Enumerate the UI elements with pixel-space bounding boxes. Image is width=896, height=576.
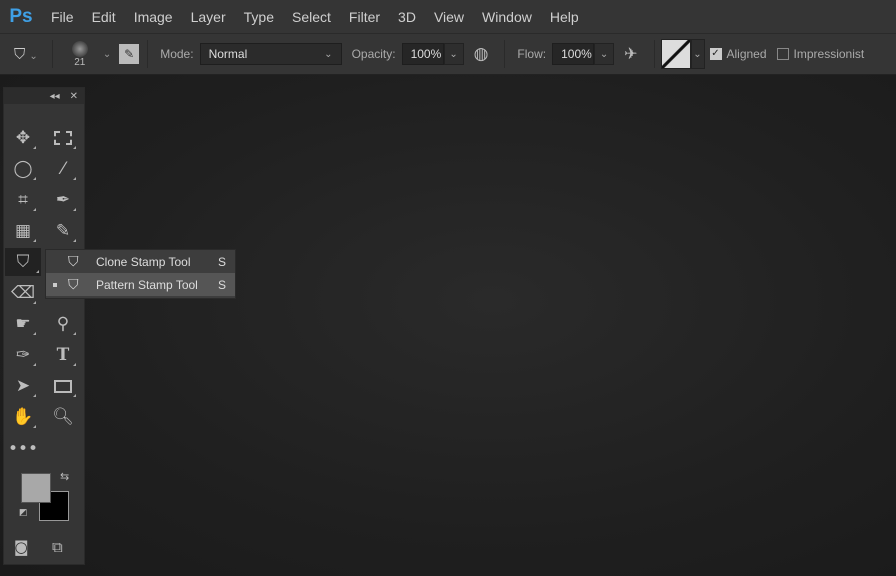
pattern-stamp-tool-icon[interactable]: ⛉	[5, 248, 41, 276]
mode-select[interactable]: Normal ⌄	[199, 43, 342, 65]
impressionist-label: Impressionist	[793, 47, 865, 61]
opacity-dropdown[interactable]: ⌄	[443, 43, 464, 65]
eyedropper-tool-icon[interactable]: ✒	[48, 186, 78, 214]
crop-tool-icon[interactable]: ⌗	[8, 186, 38, 214]
pen-tool-icon[interactable]: ✑	[8, 341, 38, 369]
menu-window[interactable]: Window	[473, 9, 541, 25]
flow-label: Flow:	[517, 47, 547, 61]
photoshop-logo: Ps	[9, 5, 33, 27]
flyout-item-clone-stamp[interactable]: ⛉ Clone Stamp Tool S	[46, 250, 235, 273]
lasso-tool-icon[interactable]: ◯	[8, 155, 38, 183]
selected-bullet-icon	[53, 282, 57, 287]
mode-label: Mode:	[160, 47, 194, 61]
close-panel-button[interactable]: ✕	[70, 91, 78, 102]
menu-select[interactable]: Select	[283, 9, 340, 25]
stamp-tool-flyout: ⛉ Clone Stamp Tool S ⛉ Pattern Stamp Tool S	[45, 249, 236, 299]
flyout-item-shortcut: S	[218, 277, 227, 292]
eraser-tool-icon[interactable]: ⌫	[8, 279, 38, 307]
menu-3d[interactable]: 3D	[389, 9, 425, 25]
move-tool-icon[interactable]: ✥	[8, 124, 38, 152]
collapse-panel-button[interactable]: ◂◂	[50, 91, 60, 102]
flow-dropdown[interactable]: ⌄	[594, 43, 615, 65]
quick-mask-icon[interactable]: ◙	[14, 538, 29, 556]
rectangle-tool-icon[interactable]	[48, 372, 78, 400]
menu-edit[interactable]: Edit	[83, 9, 125, 25]
flow-input[interactable]: 100%	[552, 43, 595, 65]
pattern-stamp-icon: ⛉	[68, 276, 79, 292]
flyout-item-shortcut: S	[218, 254, 227, 269]
opacity-label: Opacity:	[351, 47, 396, 61]
menu-image[interactable]: Image	[125, 9, 182, 25]
pattern-picker[interactable]	[660, 39, 691, 69]
brush-preset-picker[interactable]: 21	[65, 40, 95, 68]
flyout-item-label: Clone Stamp Tool	[96, 254, 191, 269]
flyout-item-pattern-stamp[interactable]: ⛉ Pattern Stamp Tool S	[46, 273, 235, 296]
aligned-checkbox[interactable]: ✓	[709, 48, 722, 60]
tools-panel: ◂◂ ✕ ✥ ◯ ⁄ ⌗ ✒ ▦ ✎ ⛉ ⌫ ☛ ⚲ ✑ T ➤ ✋ 🔍︎ •••…	[3, 87, 85, 565]
opacity-input[interactable]: 100%	[401, 43, 444, 65]
airbrush-icon[interactable]: ✈	[624, 44, 637, 64]
default-colors-icon[interactable]: ◩	[19, 508, 28, 518]
marquee-tool-icon[interactable]	[48, 124, 78, 152]
brush-tool-icon[interactable]: ✎	[48, 217, 78, 245]
menu-help[interactable]: Help	[541, 9, 588, 25]
more-tools-icon[interactable]: •••	[8, 435, 38, 463]
menu-file[interactable]: File	[42, 9, 83, 25]
impressionist-checkbox[interactable]	[776, 48, 789, 60]
options-bar: ⛉ ⌄ 21 ⌄ ✎ Mode: Normal ⌄ Opacity: 100% ⌄…	[0, 33, 896, 75]
dodge-tool-icon[interactable]: ⚲	[48, 310, 78, 338]
menu-bar: Ps File Edit Image Layer Type Select Fil…	[0, 0, 896, 33]
hand-tool-icon[interactable]: ✋	[8, 403, 38, 431]
menu-view[interactable]: View	[425, 9, 473, 25]
chevron-down-icon[interactable]: ⌄	[103, 49, 111, 60]
menu-layer[interactable]: Layer	[182, 9, 235, 25]
aligned-label: Aligned	[726, 47, 767, 61]
tool-preset-picker[interactable]: ⛉ ⌄	[14, 46, 38, 63]
clone-stamp-icon: ⛉	[68, 253, 79, 269]
path-selection-tool-icon[interactable]: ➤	[8, 372, 38, 400]
brush-size: 21	[74, 56, 86, 68]
brush-panel-toggle-icon[interactable]: ✎	[119, 44, 140, 64]
menu-filter[interactable]: Filter	[340, 9, 389, 25]
canvas-area[interactable]	[0, 75, 896, 576]
flyout-item-label: Pattern Stamp Tool	[96, 277, 198, 292]
menu-type[interactable]: Type	[235, 9, 283, 25]
zoom-tool-icon[interactable]: 🔍︎	[48, 403, 78, 431]
smudge-tool-icon[interactable]: ☛	[8, 310, 38, 338]
type-tool-icon[interactable]: T	[48, 341, 78, 369]
screen-mode-icon[interactable]: ⧉	[52, 538, 63, 556]
foreground-color-swatch[interactable]	[21, 473, 51, 503]
mode-value: Normal	[208, 47, 248, 61]
pressure-opacity-icon[interactable]: ◍	[474, 44, 489, 64]
healing-brush-tool-icon[interactable]: ▦	[8, 217, 38, 245]
pattern-dropdown[interactable]: ⌄	[690, 39, 705, 69]
magic-wand-tool-icon[interactable]: ⁄	[48, 155, 78, 183]
swap-colors-icon[interactable]: ⇆	[60, 470, 69, 483]
